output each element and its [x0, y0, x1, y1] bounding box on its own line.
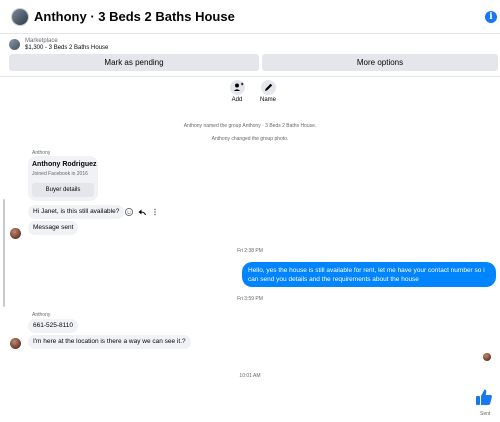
- message-bubble[interactable]: Message sent: [28, 221, 79, 235]
- outgoing-message-bubble[interactable]: Hello, yes the house is still available …: [242, 262, 496, 287]
- timestamp: Fri 2:38 PM: [237, 248, 263, 254]
- reply-icon[interactable]: [137, 207, 147, 217]
- thumbs-up-icon[interactable]: [474, 387, 494, 407]
- buyer-name: Anthony Rodriguez: [32, 161, 97, 168]
- avatar[interactable]: [10, 228, 21, 239]
- marketplace-label: Marketplace: [25, 38, 58, 44]
- timestamp: Fri 3:59 PM: [237, 296, 263, 302]
- more-options-button[interactable]: More options: [262, 54, 498, 71]
- message-bubble[interactable]: 661-525-8110: [28, 319, 78, 333]
- emoji-icon[interactable]: [124, 207, 134, 217]
- message-bubble[interactable]: I'm here at the location is there a way …: [28, 335, 191, 349]
- add-person-icon: [229, 80, 245, 95]
- system-message: Anthony changed the group photo.: [211, 136, 289, 142]
- timestamp: 10:01 AM: [239, 373, 261, 379]
- listing-thumbnail[interactable]: [9, 39, 20, 50]
- avatar[interactable]: [10, 338, 21, 349]
- mark-pending-button[interactable]: Mark as pending: [9, 54, 259, 71]
- group-avatar[interactable]: [11, 7, 29, 26]
- add-label: Add: [231, 97, 243, 103]
- more-icon[interactable]: [150, 207, 160, 217]
- add-people-action[interactable]: Add: [222, 80, 252, 103]
- sender-name: Anthony: [32, 312, 51, 318]
- conversation-header: Anthony · 3 Beds 2 Baths House i: [0, 0, 500, 34]
- pencil-icon: [260, 80, 276, 95]
- name-label: Name: [259, 97, 276, 103]
- conversation-title[interactable]: Anthony · 3 Beds 2 Baths House: [34, 9, 235, 24]
- name-group-action[interactable]: Name: [253, 80, 283, 103]
- read-receipt-avatar: [483, 353, 491, 361]
- buyer-profile-card: Anthony Rodriguez Joined Facebook in 201…: [28, 156, 98, 201]
- info-icon[interactable]: i: [485, 11, 497, 23]
- buyer-joined: Joined Facebook in 2016: [32, 171, 88, 177]
- system-message: Anthony named the group Anthony · 3 Beds…: [183, 123, 317, 129]
- buyer-details-button[interactable]: Buyer details: [32, 183, 94, 197]
- message-actions: [124, 207, 163, 217]
- listing-title[interactable]: $1,300 - 3 Beds 2 Baths House: [25, 45, 108, 51]
- sent-status: Sent: [480, 411, 491, 417]
- message-bubble[interactable]: Hi Janet, is this still available?: [28, 205, 125, 219]
- divider: [0, 76, 500, 77]
